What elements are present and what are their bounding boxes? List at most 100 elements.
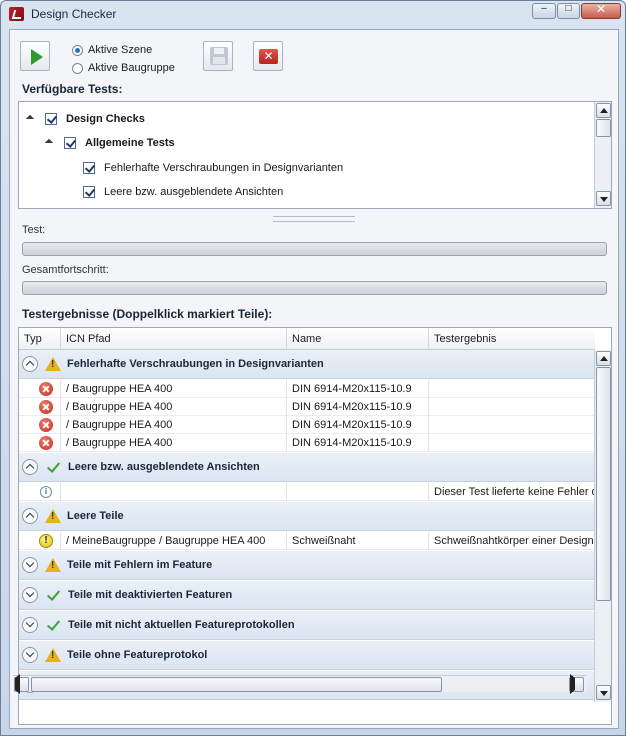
type-cell <box>19 416 61 434</box>
result-group-label: Teile mit nicht aktuellen Featureprotoko… <box>68 619 295 631</box>
scope-radio[interactable] <box>72 62 83 74</box>
checkmark-icon <box>46 588 60 602</box>
result-group-label: Leere Teile <box>67 510 124 522</box>
expand-chevron-icon[interactable] <box>22 557 38 573</box>
tree-item[interactable]: Leere bzw. ausgeblendete Ansichten <box>83 182 283 202</box>
column-header-type[interactable]: Typ <box>19 328 61 350</box>
table-row[interactable]: i Dieser Test lieferte keine Fehler o <box>19 483 595 501</box>
table-row[interactable]: / Baugruppe HEA 400 DIN 6914-M20x115-10.9 <box>19 434 595 452</box>
scroll-left-button[interactable] <box>14 674 29 694</box>
arrow-up-icon <box>600 108 608 113</box>
result-group[interactable]: Teile mit nicht aktuellen Featureprotoko… <box>19 611 595 640</box>
result-group-label: Teile ohne Featureprotokol <box>67 649 208 661</box>
warning-icon <box>45 648 61 662</box>
tree-scroll-down-button[interactable] <box>596 191 611 206</box>
collapse-chevron-icon[interactable] <box>22 459 38 475</box>
maximize-button[interactable]: □ <box>557 3 580 19</box>
client-area: Aktive Szene Aktive Baugruppe ✕ Verfügbar… <box>9 29 619 729</box>
result-group-label: Teile mit deaktivierten Featuren <box>68 589 233 601</box>
results-title: Testergebnisse (Doppelklick markiert Tei… <box>22 307 273 321</box>
arrow-down-icon <box>600 691 608 696</box>
collapse-chevron-icon[interactable] <box>22 508 38 524</box>
save-button[interactable] <box>203 41 233 71</box>
tree-item-label: Leere bzw. ausgeblendete Ansichten <box>104 186 284 198</box>
expand-chevron-icon[interactable] <box>22 647 38 663</box>
result-group-label: Fehlerhafte Verschraubungen in Designvar… <box>67 358 324 370</box>
result-group[interactable]: Leere Teile <box>19 502 595 531</box>
scope-option-active-scene[interactable]: Aktive Szene <box>72 42 152 58</box>
test-progress-label: Test: <box>22 224 46 236</box>
cancel-button[interactable]: ✕ <box>253 41 283 71</box>
column-header-result[interactable]: Testergebnis <box>429 328 595 350</box>
expand-chevron-icon[interactable] <box>22 617 38 633</box>
close-icon: ✕ <box>595 2 607 16</box>
tree-scroll-up-button[interactable] <box>596 103 611 118</box>
warning-icon <box>45 558 61 572</box>
test-checkbox[interactable] <box>45 113 57 125</box>
test-checkbox[interactable] <box>64 137 76 149</box>
checkmark-icon <box>46 618 60 632</box>
overall-progress-label: Gesamtfortschritt: <box>22 264 109 276</box>
expand-triangle-icon[interactable] <box>44 138 54 148</box>
results-horizontal-scrollbar[interactable] <box>13 674 586 694</box>
arrow-down-icon <box>600 197 608 202</box>
expand-triangle-icon[interactable] <box>25 114 35 124</box>
path-cell: / Baugruppe HEA 400 <box>61 416 287 434</box>
tree-item[interactable]: Fehlerhafte Verschraubungen in Designvar… <box>83 158 343 178</box>
tree-scroll-thumb[interactable] <box>596 119 611 137</box>
path-cell: / Baugruppe HEA 400 <box>61 380 287 398</box>
app-logo-icon <box>9 7 24 21</box>
error-icon <box>39 436 53 450</box>
title-bar: Design Checker – □ ✕ <box>1 1 625 27</box>
scope-option-active-assembly[interactable]: Aktive Baugruppe <box>72 60 175 76</box>
name-cell: Schweißnaht <box>287 532 429 550</box>
type-cell <box>19 398 61 416</box>
cancel-icon: ✕ <box>259 49 278 64</box>
table-row[interactable]: ! / MeineBaugruppe / Baugruppe HEA 400 Sch… <box>19 532 595 550</box>
run-tests-button[interactable] <box>20 41 50 71</box>
scope-radio[interactable] <box>72 44 83 56</box>
available-tests-title: Verfügbare Tests: <box>22 82 123 96</box>
column-header-name[interactable]: Name <box>287 328 429 350</box>
results-vertical-scrollbar[interactable] <box>594 350 611 702</box>
table-row[interactable]: / Baugruppe HEA 400 DIN 6914-M20x115-10.9 <box>19 398 595 416</box>
expand-chevron-icon[interactable] <box>22 587 38 603</box>
tree-item-label: Fehlerhafte Verschraubungen in Designvar… <box>104 162 344 174</box>
result-group[interactable]: Teile mit Fehlern im Feature <box>19 551 595 580</box>
results-scroll-down-button[interactable] <box>596 685 611 700</box>
type-cell: ! <box>19 532 61 550</box>
name-cell: DIN 6914-M20x115-10.9 <box>287 416 429 434</box>
result-group-label: Leere bzw. ausgeblendete Ansichten <box>68 461 260 473</box>
path-cell <box>61 483 287 501</box>
results-scroll-thumb[interactable] <box>596 367 611 601</box>
type-cell <box>19 434 61 452</box>
result-group[interactable]: Teile mit deaktivierten Featuren <box>19 581 595 610</box>
table-row[interactable]: / Baugruppe HEA 400 DIN 6914-M20x115-10.9 <box>19 380 595 398</box>
test-checkbox[interactable] <box>83 186 95 198</box>
play-icon <box>31 49 43 65</box>
tree-item[interactable]: Design Checks <box>25 109 145 129</box>
collapse-chevron-icon[interactable] <box>22 356 38 372</box>
error-icon <box>39 400 53 414</box>
name-cell: DIN 6914-M20x115-10.9 <box>287 398 429 416</box>
result-group[interactable]: Leere bzw. ausgeblendete Ansichten <box>19 453 595 482</box>
column-header-path[interactable]: ICN Pfad <box>61 328 287 350</box>
table-row[interactable]: / Baugruppe HEA 400 DIN 6914-M20x115-10.9 <box>19 416 595 434</box>
result-cell: Schweißnahtkörper einer Design <box>434 535 594 547</box>
results-scroll-up-button[interactable] <box>596 351 611 366</box>
result-group[interactable]: Teile ohne Featureprotokol <box>19 641 595 670</box>
result-group[interactable]: Fehlerhafte Verschraubungen in Designvar… <box>19 350 595 379</box>
test-checkbox[interactable] <box>83 162 95 174</box>
result-cell: Dieser Test lieferte keine Fehler o <box>434 486 595 498</box>
close-window-button[interactable]: ✕ <box>581 2 621 19</box>
tree-item[interactable]: Allgemeine Tests <box>44 133 175 153</box>
result-cell <box>429 434 595 452</box>
warning-icon <box>45 509 61 523</box>
horizontal-scroll-thumb[interactable] <box>31 677 442 692</box>
scroll-right-button[interactable] <box>569 674 584 694</box>
tree-vertical-scrollbar[interactable] <box>594 102 611 208</box>
minimize-button[interactable]: – <box>532 3 556 19</box>
panel-splitter[interactable] <box>273 216 355 222</box>
overall-progress-bar <box>22 281 607 295</box>
info-icon: i <box>40 486 52 498</box>
